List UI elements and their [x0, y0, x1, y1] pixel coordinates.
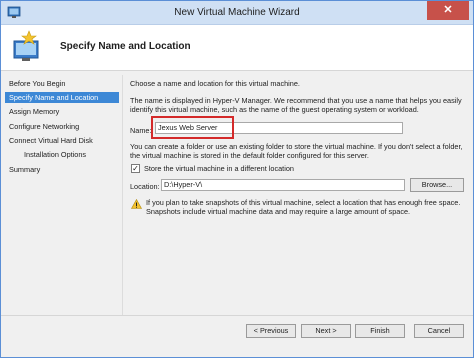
previous-button[interactable]: < Previous: [246, 324, 296, 338]
location-input[interactable]: D:\Hyper-V\: [161, 179, 405, 191]
snapshot-warning-text: If you plan to take snapshots of this vi…: [146, 198, 461, 216]
name-description-text: The name is displayed in Hyper-V Manager…: [130, 96, 462, 114]
virtual-machine-wizard-icon: [13, 30, 39, 61]
nav-item-specify-name-and-location[interactable]: Specify Name and Location: [5, 92, 119, 103]
name-highlight-box: [151, 116, 234, 139]
window-title: New Virtual Machine Wizard: [174, 7, 300, 18]
title-bar: New Virtual Machine Wizard ✕: [1, 1, 473, 25]
footer-divider: [1, 315, 473, 316]
store-location-checkbox[interactable]: ✓: [131, 164, 140, 173]
nav-item-configure-networking[interactable]: Configure Networking: [5, 121, 119, 132]
nav-item-connect-virtual-hard-disk[interactable]: Connect Virtual Hard Disk: [5, 135, 119, 146]
folder-info-text: You can create a folder or use an existi…: [130, 142, 463, 160]
cancel-button[interactable]: Cancel: [414, 324, 464, 338]
wizard-header: Specify Name and Location: [1, 25, 473, 71]
page-heading: Specify Name and Location: [60, 41, 191, 52]
finish-button[interactable]: Finish: [355, 324, 405, 338]
location-label: Location:: [130, 182, 160, 191]
store-location-label: Store the virtual machine in a different…: [144, 164, 294, 173]
nav-item-installation-options[interactable]: Installation Options: [5, 149, 119, 160]
browse-button[interactable]: Browse...: [410, 178, 464, 192]
wizard-window: New Virtual Machine Wizard ✕ Specify Nam…: [0, 0, 474, 358]
warning-icon: [131, 199, 142, 209]
close-button[interactable]: ✕: [427, 1, 469, 20]
name-label: Name:: [130, 126, 152, 135]
nav-item-assign-memory[interactable]: Assign Memory: [5, 106, 119, 117]
content-pane: Choose a name and location for this virt…: [122, 75, 470, 315]
next-button[interactable]: Next >: [301, 324, 351, 338]
intro-text: Choose a name and location for this virt…: [130, 79, 300, 88]
nav-item-before-you-begin[interactable]: Before You Begin: [5, 78, 119, 89]
nav-item-summary[interactable]: Summary: [5, 164, 119, 175]
